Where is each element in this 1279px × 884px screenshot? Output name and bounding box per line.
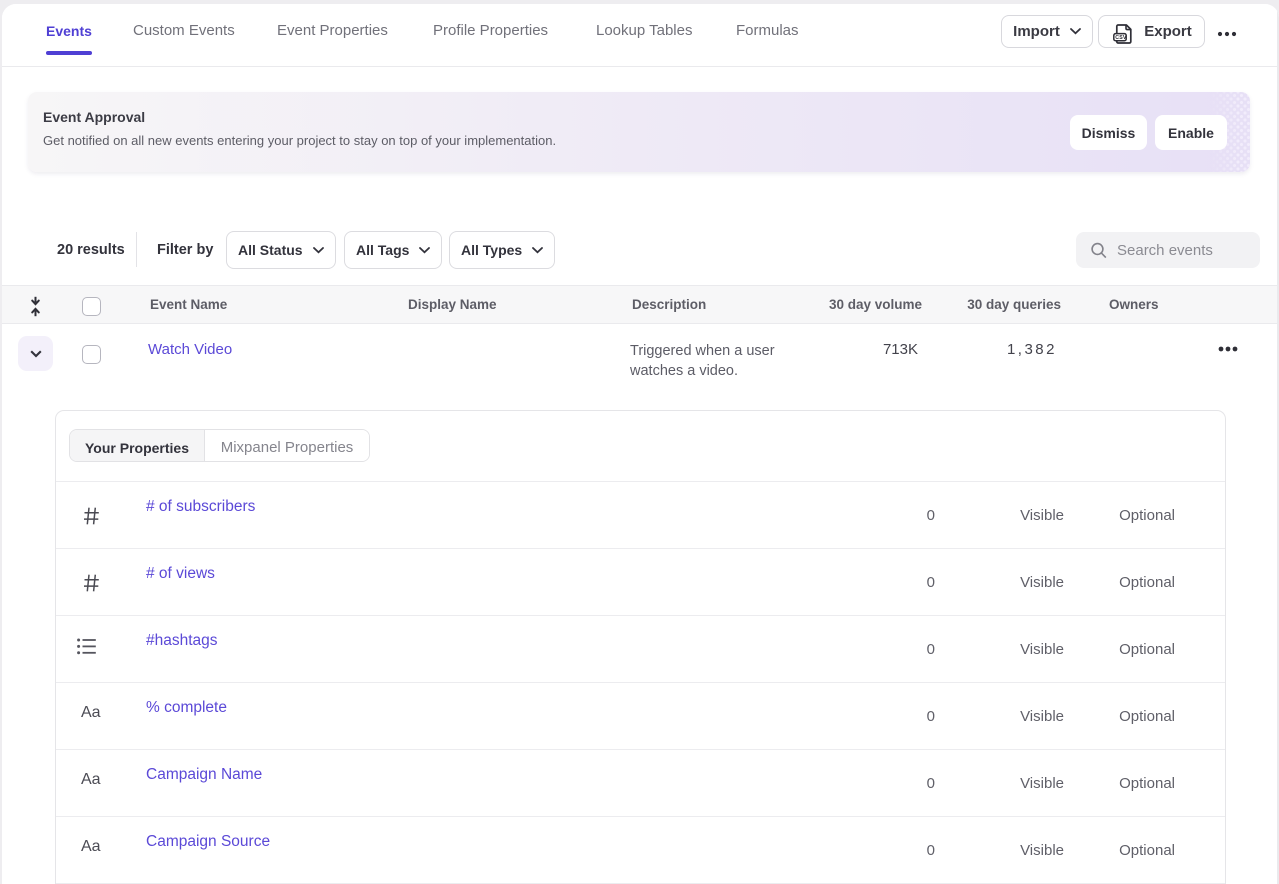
svg-text:CSV: CSV — [1116, 34, 1128, 40]
